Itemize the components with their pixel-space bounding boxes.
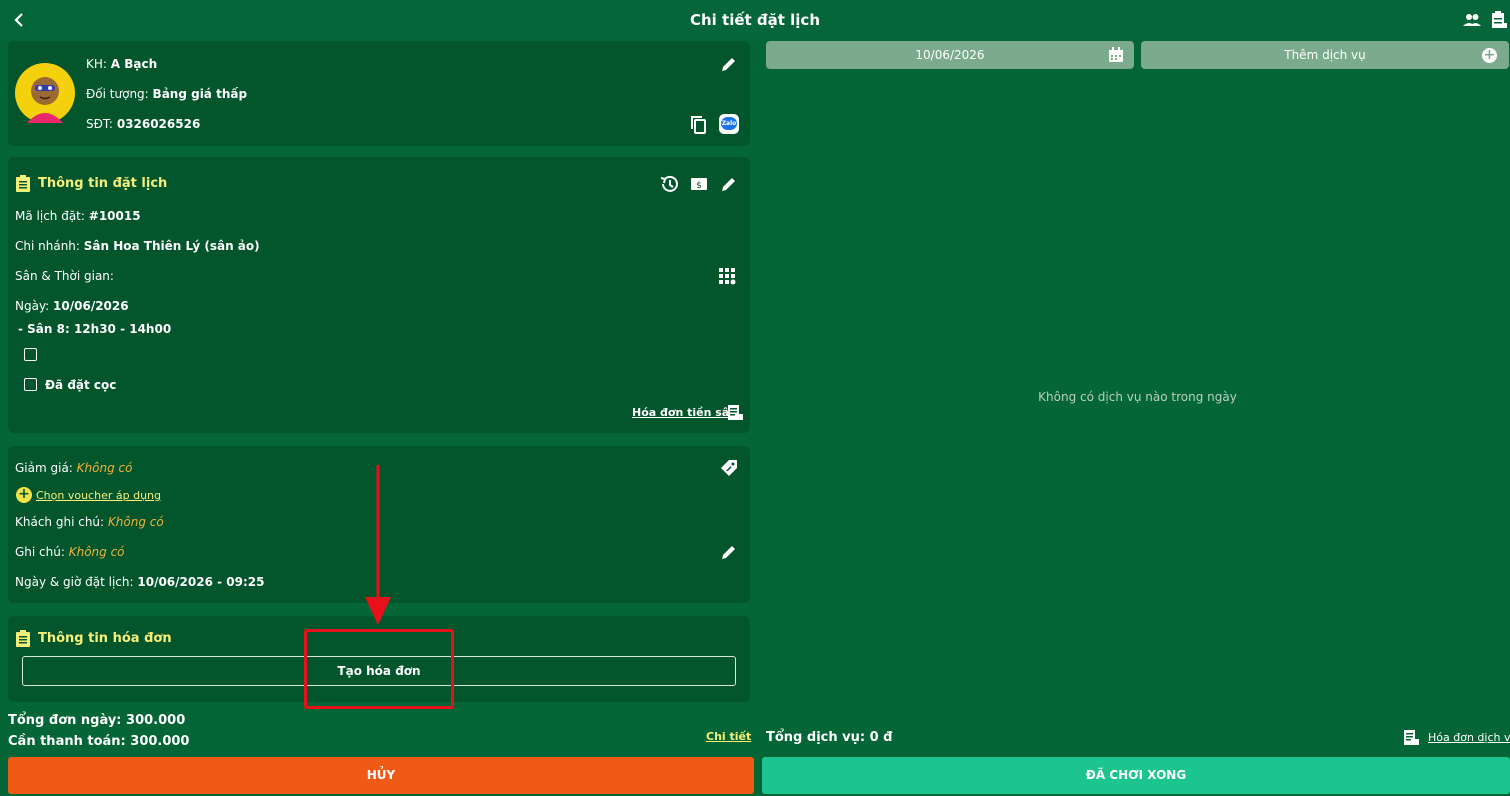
empty-services-text: Không có dịch vụ nào trong ngày: [1038, 390, 1237, 404]
annotation-box: [304, 629, 454, 709]
slot-checkbox[interactable]: [24, 348, 37, 361]
zalo-icon-label: Zalo: [721, 117, 737, 130]
service-total: Tổng dịch vụ: 0 đ: [766, 730, 893, 745]
cancel-button[interactable]: HỦY: [8, 757, 754, 794]
history-icon[interactable]: [659, 174, 679, 194]
tag-icon[interactable]: [719, 458, 739, 478]
copy-icon[interactable]: [689, 115, 709, 135]
booking-section-title: Thông tin đặt lịch: [38, 176, 168, 191]
edit-pencil-icon[interactable]: [719, 54, 739, 74]
deposit-checkbox[interactable]: [24, 378, 37, 391]
add-voucher-icon[interactable]: +: [16, 487, 32, 503]
service-invoice-link[interactable]: Hóa đơn dịch vụ: [1428, 731, 1510, 744]
zalo-icon[interactable]: Zalo: [719, 114, 739, 134]
note-row: Ghi chú: Không có: [15, 545, 125, 559]
calendar-icon[interactable]: [1108, 47, 1124, 63]
detail-link[interactable]: Chi tiết: [706, 730, 751, 743]
plus-circle-icon[interactable]: +: [1482, 48, 1497, 63]
voucher-link[interactable]: Chọn voucher áp dụng: [36, 489, 161, 502]
booking-card: [8, 157, 750, 433]
clipboard-list-icon: [16, 175, 30, 192]
receipt-icon[interactable]: [727, 404, 744, 421]
court-invoice-link[interactable]: Hóa đơn tiền sân: [632, 406, 737, 419]
avatar: [15, 63, 75, 123]
date-picker-value: 10/06/2026: [915, 48, 985, 62]
booking-date: Ngày: 10/06/2026: [15, 299, 129, 313]
invoice-section-title: Thông tin hóa đơn: [38, 631, 172, 646]
money-icon[interactable]: $: [689, 174, 709, 194]
customer-name: KH: A Bạch: [86, 57, 158, 71]
booking-code: Mã lịch đặt: #10015: [15, 209, 141, 223]
add-service-button[interactable]: Thêm dịch vụ: [1141, 41, 1509, 69]
customer-note-row: Khách ghi chú: Không có: [15, 515, 164, 529]
booking-slot: - Sân 8: 12h30 - 14h00: [18, 322, 172, 336]
edit-booking-icon[interactable]: [719, 174, 739, 194]
people-icon[interactable]: [1462, 10, 1482, 30]
day-total: Tổng đơn ngày: 300.000: [8, 713, 186, 728]
add-service-label: Thêm dịch vụ: [1284, 48, 1366, 62]
clipboard-icon[interactable]: [1489, 10, 1509, 30]
invoice-clipboard-icon: [16, 630, 30, 647]
done-button[interactable]: ĐÃ CHƠI XONG: [762, 757, 1510, 794]
deposit-label: Đã đặt cọc: [45, 378, 117, 392]
page-title: Chi tiết đặt lịch: [689, 11, 821, 29]
discount-row: Giảm giá: Không có: [15, 461, 133, 475]
customer-group: Đối tượng: Bảng giá thấp: [86, 87, 248, 101]
booking-branch: Chi nhánh: Sân Hoa Thiên Lý (sân ảo): [15, 239, 260, 253]
service-receipt-icon[interactable]: [1403, 729, 1420, 746]
grid-view-icon[interactable]: [717, 266, 737, 286]
customer-phone: SĐT: 0326026526: [86, 117, 201, 131]
amount-to-pay: Cần thanh toán: 300.000: [8, 734, 190, 749]
edit-note-icon[interactable]: [719, 542, 739, 562]
date-picker[interactable]: 10/06/2026: [766, 41, 1134, 69]
annotation-arrow: [365, 465, 391, 625]
svg-text:$: $: [696, 181, 702, 191]
booked-at-row: Ngày & giờ đặt lịch: 10/06/2026 - 09:25: [15, 575, 265, 589]
court-time-label: Sân & Thời gian:: [15, 269, 114, 283]
